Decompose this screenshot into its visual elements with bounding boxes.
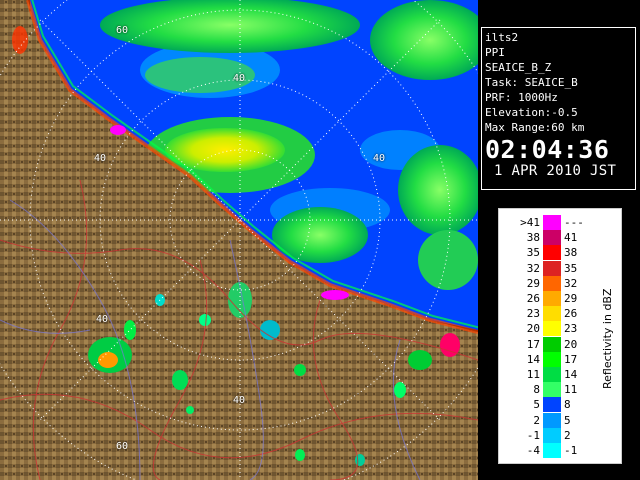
product-name: SEAICE_B_Z xyxy=(485,61,552,74)
legend-high-value: 20 xyxy=(564,337,578,351)
legend-row: 32 35 xyxy=(505,260,595,276)
legend-row: -4 -1 xyxy=(505,443,595,458)
legend-row: 20 23 xyxy=(505,321,595,337)
radar-image xyxy=(0,0,478,480)
legend-row: 14 17 xyxy=(505,351,595,367)
legend-color-swatch xyxy=(543,245,561,261)
radar-ppi-display[interactable]: 60 40 40 40 40 40 60 xyxy=(0,0,478,480)
legend-row: >41 --- xyxy=(505,215,595,230)
max-range-value: Max Range:60 km xyxy=(485,121,585,134)
legend-high-value: 32 xyxy=(564,276,578,290)
task-name: Task: SEAICE_B xyxy=(485,76,578,89)
legend-color-swatch xyxy=(543,230,561,246)
legend-unit-label: Reflectivity in dBZ xyxy=(601,288,614,390)
reflectivity-legend: >41 --- 38 41 35 38 32 35 29 32 26 29 23 26 20 23 17 20 14… xyxy=(498,208,622,464)
legend-high-value: 17 xyxy=(564,352,578,366)
legend-color-swatch xyxy=(543,321,561,337)
legend-row: 26 29 xyxy=(505,291,595,306)
legend-high-value: 14 xyxy=(564,368,578,381)
legend-low-value: 32 xyxy=(526,261,540,275)
legend-row: 25 xyxy=(505,412,595,428)
scan-time: 02:04:36 xyxy=(485,135,610,164)
legend-color-swatch xyxy=(543,382,561,398)
info-panel: ilts2 PPI SEAICE_B_Z Task: SEAICE_B PRF:… xyxy=(481,27,636,190)
legend-low-value: 26 xyxy=(526,292,540,305)
legend-low-value: 20 xyxy=(526,322,540,336)
legend-color-swatch xyxy=(543,260,561,276)
legend-low-value: 29 xyxy=(526,276,540,290)
legend-low-value: 11 xyxy=(526,368,540,381)
legend-row: 23 26 xyxy=(505,306,595,322)
prf-value: PRF: 1000Hz xyxy=(485,91,558,104)
legend-color-swatch xyxy=(543,427,561,443)
ring-label-40-bottom: 40 xyxy=(233,395,246,406)
legend-high-value: 26 xyxy=(564,307,578,321)
legend-high-value: 5 xyxy=(564,413,571,427)
scan-date: 1 APR 2010 JST xyxy=(494,163,617,179)
legend-low-value: -4 xyxy=(526,444,540,457)
ring-label-40-top: 40 xyxy=(233,73,246,84)
legend-low-value: -1 xyxy=(526,428,540,442)
legend-row: 38 41 xyxy=(505,230,595,246)
legend-high-value: 41 xyxy=(564,231,578,245)
legend-color-swatch xyxy=(543,367,561,382)
legend-low-value: 38 xyxy=(526,231,540,245)
legend-low-value: 8 xyxy=(533,383,540,397)
legend-color-swatch xyxy=(543,336,561,352)
legend-color-swatch xyxy=(543,291,561,306)
legend-color-swatch xyxy=(543,397,561,413)
legend-high-value: 38 xyxy=(564,246,578,260)
legend-color-swatch xyxy=(543,306,561,322)
legend-color-swatch xyxy=(543,351,561,367)
ring-label-40-left: 40 xyxy=(94,153,107,164)
legend-low-value: 23 xyxy=(526,307,540,321)
ring-label-60-bottom: 60 xyxy=(116,441,129,452)
legend-low-value: 5 xyxy=(533,398,540,412)
legend-row: 35 38 xyxy=(505,245,595,261)
legend-low-value: 14 xyxy=(526,352,540,366)
legend-low-value: 35 xyxy=(526,246,540,260)
legend-high-value: 35 xyxy=(564,261,578,275)
legend-row: 17 20 xyxy=(505,336,595,352)
ring-label-60-top: 60 xyxy=(116,25,129,36)
legend-high-value: -1 xyxy=(564,444,578,457)
legend-high-value: 2 xyxy=(564,428,571,442)
elevation-value: Elevation:-0.5 xyxy=(485,106,578,119)
legend-row: 11 14 xyxy=(505,367,595,382)
legend-color-swatch xyxy=(543,443,561,458)
legend-color-swatch xyxy=(543,412,561,428)
legend-row: 29 32 xyxy=(505,275,595,291)
legend-high-value: 8 xyxy=(564,398,571,412)
ring-label-40-lowerleft: 40 xyxy=(96,314,109,325)
legend-color-swatch xyxy=(543,275,561,291)
scan-mode: PPI xyxy=(485,46,505,59)
legend-color-swatch xyxy=(543,215,561,230)
legend-row: 58 xyxy=(505,397,595,413)
legend-low-value: >41 xyxy=(520,216,540,229)
legend-row: 8 11 xyxy=(505,382,595,398)
legend-high-value: --- xyxy=(564,216,584,229)
legend-high-value: 29 xyxy=(564,292,578,305)
legend-low-value: 2 xyxy=(533,413,540,427)
ring-label-40-right: 40 xyxy=(373,153,386,164)
radar-name: ilts2 xyxy=(485,31,519,44)
legend-high-value: 11 xyxy=(564,383,578,397)
legend-row: -1 2 xyxy=(505,427,595,443)
legend-low-value: 17 xyxy=(526,337,540,351)
legend-high-value: 23 xyxy=(564,322,578,336)
